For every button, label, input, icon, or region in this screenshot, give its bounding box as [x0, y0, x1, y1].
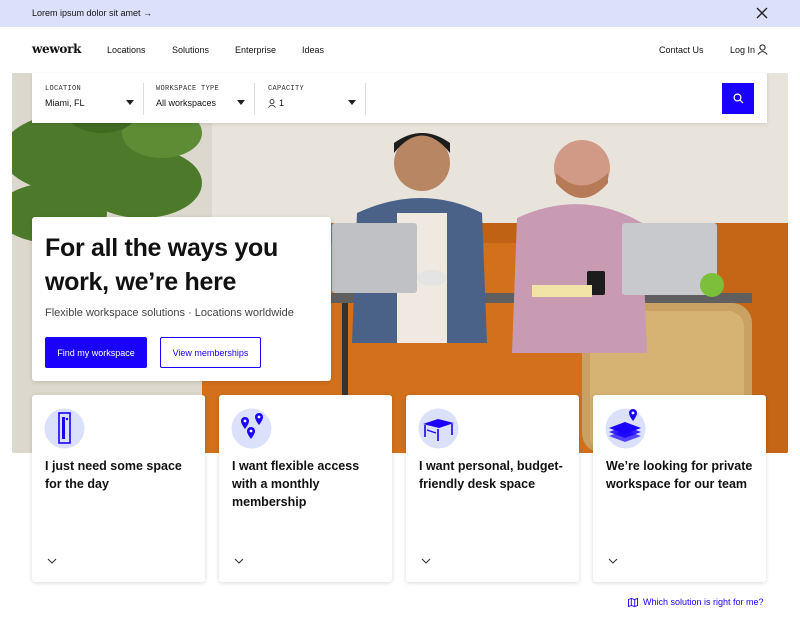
- hero-title: For all the ways you work, we’re here: [45, 234, 278, 296]
- nav-item-solutions[interactable]: Solutions: [172, 45, 209, 55]
- location-label: LOCATION: [45, 85, 82, 93]
- find-workspace-button[interactable]: Find my workspace: [45, 337, 147, 368]
- divider: [365, 83, 366, 115]
- option-card-desk[interactable]: I want personal, budget-friendly desk sp…: [406, 395, 579, 582]
- nav-item-ideas[interactable]: Ideas: [302, 45, 324, 55]
- help-link-text: Which solution is right for me?: [643, 597, 764, 607]
- promo-banner: Lorem ipsum dolor sit amet →: [0, 0, 800, 27]
- chevron-down-icon: [126, 100, 134, 105]
- workspace-search-bar: LOCATION Miami, FL WORKSPACE TYPE All wo…: [32, 73, 767, 123]
- option-card-private-office[interactable]: We’re looking for private workspace for …: [593, 395, 766, 582]
- location-field[interactable]: LOCATION Miami, FL: [32, 73, 143, 123]
- main-nav: wework Locations Solutions Enterprise Id…: [0, 27, 800, 73]
- map-pins-icon: [231, 408, 272, 449]
- workspace-type-value: All workspaces: [156, 98, 217, 108]
- capacity-value: 1: [279, 98, 285, 108]
- wework-logo[interactable]: wework: [32, 42, 81, 56]
- option-card-text: I want personal, budget-friendly desk sp…: [419, 459, 563, 491]
- option-card-text: We’re looking for private workspace for …: [606, 459, 753, 491]
- banner-link[interactable]: Lorem ipsum dolor sit amet →: [32, 8, 152, 18]
- location-value: Miami, FL: [45, 98, 85, 108]
- close-icon[interactable]: [755, 6, 769, 20]
- option-card-text: I want flexible access with a monthly me…: [232, 459, 360, 509]
- login-link[interactable]: Log In: [730, 45, 755, 55]
- option-card-membership[interactable]: I want flexible access with a monthly me…: [219, 395, 392, 582]
- person-icon: [268, 99, 276, 108]
- workspace-type-field[interactable]: WORKSPACE TYPE All workspaces: [144, 73, 254, 123]
- user-icon[interactable]: [757, 44, 768, 55]
- hero-subtitle: Flexible workspace solutions · Locations…: [45, 307, 294, 319]
- chevron-down-icon[interactable]: [421, 557, 431, 565]
- nav-item-locations[interactable]: Locations: [107, 45, 146, 55]
- day-pass-icon: [44, 408, 85, 449]
- chevron-down-icon[interactable]: [47, 557, 57, 565]
- search-icon: [733, 93, 744, 104]
- workspace-type-label: WORKSPACE TYPE: [156, 85, 220, 93]
- desk-icon: [418, 408, 459, 449]
- solution-help-link[interactable]: Which solution is right for me?: [628, 597, 764, 607]
- chevron-down-icon[interactable]: [234, 557, 244, 565]
- option-card-day-pass[interactable]: I just need some space for the day: [32, 395, 205, 582]
- nav-item-enterprise[interactable]: Enterprise: [235, 45, 276, 55]
- option-card-text: I just need some space for the day: [45, 459, 182, 491]
- office-building-icon: [605, 408, 646, 449]
- contact-us-link[interactable]: Contact Us: [659, 45, 704, 55]
- capacity-label: CAPACITY: [268, 85, 305, 93]
- chevron-down-icon[interactable]: [608, 557, 618, 565]
- capacity-field[interactable]: CAPACITY 1: [255, 73, 365, 123]
- view-memberships-button[interactable]: View memberships: [160, 337, 261, 368]
- hero-card: For all the ways you work, we’re here Fl…: [32, 217, 331, 381]
- map-icon: [628, 597, 638, 607]
- search-button[interactable]: [722, 83, 754, 114]
- chevron-down-icon: [348, 100, 356, 105]
- chevron-down-icon: [237, 100, 245, 105]
